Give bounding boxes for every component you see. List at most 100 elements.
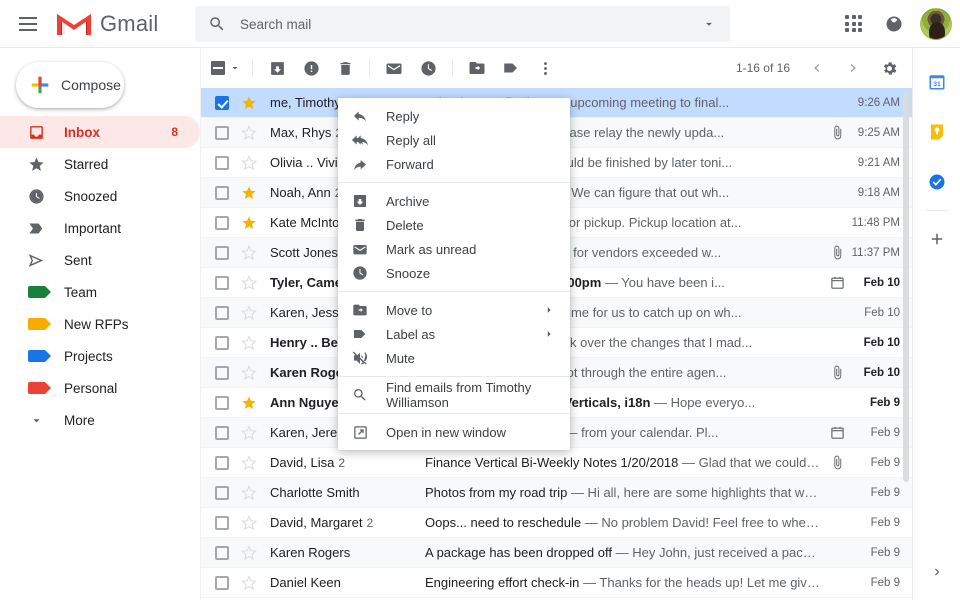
apps-grid-icon[interactable] (834, 4, 874, 44)
gear-icon[interactable] (872, 51, 906, 85)
star-icon[interactable] (241, 364, 257, 381)
row-checkbox[interactable] (215, 155, 229, 170)
table-row[interactable]: Charlotte Smith Photos from my road trip … (201, 478, 912, 508)
star-icon[interactable] (241, 124, 257, 141)
row-checkbox[interactable] (215, 185, 229, 200)
star-icon[interactable] (241, 304, 257, 321)
star-icon[interactable] (241, 424, 257, 441)
menu-item-move-to[interactable]: Move to (338, 298, 570, 322)
sidebar-item-important[interactable]: Important (0, 212, 200, 244)
list-scrollbar[interactable] (902, 88, 910, 600)
search-input[interactable] (240, 16, 702, 32)
star-icon[interactable] (241, 154, 257, 171)
row-checkbox[interactable] (215, 335, 229, 350)
menu-item-forward[interactable]: Forward (338, 152, 570, 176)
compose-button[interactable]: Compose (16, 62, 124, 108)
chevron-down-icon[interactable] (229, 62, 241, 74)
row-checkbox[interactable] (215, 305, 229, 320)
delete-button[interactable] (328, 51, 362, 85)
sidebar-item-snoozed[interactable]: Snoozed (0, 180, 200, 212)
star-icon[interactable] (241, 185, 257, 201)
row-checkbox[interactable] (215, 515, 229, 530)
row-checkbox[interactable] (215, 245, 229, 260)
keep-icon[interactable] (917, 112, 957, 152)
sidebar-item-team[interactable]: Team (0, 276, 200, 308)
mark-unread-button[interactable] (377, 51, 411, 85)
row-checkbox[interactable] (215, 125, 229, 140)
menu-item-mark-as-unread[interactable]: Mark as unread (338, 237, 570, 261)
main-menu-icon[interactable] (4, 0, 52, 48)
row-checkbox[interactable] (215, 575, 229, 590)
star-icon[interactable] (241, 514, 257, 531)
star-icon[interactable] (241, 574, 257, 591)
star-icon[interactable] (241, 334, 257, 351)
star-icon[interactable] (241, 544, 257, 561)
row-checkbox[interactable] (215, 455, 229, 470)
prev-page-button[interactable] (800, 51, 834, 85)
next-page-button[interactable] (836, 51, 870, 85)
support-icon[interactable] (874, 4, 914, 44)
row-snippet: — You have been i... (601, 275, 725, 290)
table-row[interactable]: Karen Rogers A package has been dropped o… (201, 538, 912, 568)
menu-item-find-emails-from-timothy-williamson[interactable]: Find emails from Timothy Williamson (338, 380, 570, 410)
row-checkbox[interactable] (215, 275, 229, 290)
scrollbar-thumb[interactable] (903, 92, 909, 482)
menu-item-reply[interactable]: Reply (338, 104, 570, 128)
row-checkbox[interactable] (215, 365, 229, 380)
row-subject-text: Finance Vertical Bi-Weekly Notes 1/20/20… (425, 455, 679, 470)
more-button[interactable] (528, 51, 562, 85)
star-icon[interactable] (241, 454, 257, 471)
row-checkbox[interactable] (215, 95, 229, 110)
table-row[interactable]: David, Lisa 2 Finance Vertical Bi-Weekly N… (201, 448, 912, 478)
row-checkbox[interactable] (215, 215, 229, 230)
menu-item-label: Label as (386, 326, 436, 342)
tasks-icon[interactable] (917, 162, 957, 202)
menu-item-label: Move to (386, 302, 433, 318)
star-icon[interactable] (241, 95, 257, 111)
menu-item-mute[interactable]: Mute (338, 346, 570, 370)
select-all-checkbox[interactable] (211, 61, 241, 75)
archive-button[interactable] (260, 51, 294, 85)
row-checkbox[interactable] (215, 395, 229, 410)
star-icon[interactable] (241, 215, 257, 231)
row-snippet: — Hi all, here are some highlights that … (570, 485, 826, 500)
labels-button[interactable] (494, 51, 528, 85)
search-options-icon[interactable] (702, 17, 716, 31)
star-icon[interactable] (241, 244, 257, 261)
star-icon[interactable] (241, 395, 257, 411)
list-toolbar: 1-16 of 16 (201, 48, 912, 88)
top-header: Gmail (0, 0, 960, 48)
row-subject: Finance Vertical Bi-Weekly Notes 1/20/20… (425, 455, 826, 470)
menu-item-archive[interactable]: Archive (338, 189, 570, 213)
sidebar-item-projects[interactable]: Projects (0, 340, 200, 372)
sidebar-item-inbox[interactable]: Inbox 8 (0, 116, 200, 148)
calendar-icon[interactable]: 31 (917, 62, 957, 102)
row-checkbox[interactable] (215, 545, 229, 560)
snooze-button[interactable] (411, 51, 445, 85)
menu-item-open-in-new-window[interactable]: Open in new window (338, 420, 570, 444)
sidebar-item-personal[interactable]: Personal (0, 372, 200, 404)
menu-item-delete[interactable]: Delete (338, 213, 570, 237)
row-checkbox[interactable] (215, 425, 229, 440)
star-icon[interactable] (241, 484, 257, 501)
add-addon-button[interactable] (917, 219, 957, 259)
table-row[interactable]: David, Margaret 2 Oops... need to reschedu… (201, 508, 912, 538)
menu-item-label-as[interactable]: Label as (338, 322, 570, 346)
row-checkbox[interactable] (215, 485, 229, 500)
menu-item-snooze[interactable]: Snooze (338, 261, 570, 285)
sidebar-item-more[interactable]: More (0, 404, 200, 436)
report-spam-button[interactable] (294, 51, 328, 85)
sidebar-item-label: More (64, 412, 95, 428)
search-bar[interactable] (195, 6, 730, 42)
calendar-icon (826, 275, 848, 290)
move-to-button[interactable] (460, 51, 494, 85)
menu-item-reply-all[interactable]: Reply all (338, 128, 570, 152)
sidebar-item-new-rfps[interactable]: New RFPs (0, 308, 200, 340)
sidebar-item-sent[interactable]: Sent (0, 244, 200, 276)
sidebar-item-starred[interactable]: Starred (0, 148, 200, 180)
star-icon[interactable] (241, 274, 257, 291)
avatar[interactable] (920, 8, 952, 40)
expand-rail-button[interactable] (917, 552, 957, 592)
table-row[interactable]: Daniel Keen Engineering effort check-in —… (201, 568, 912, 598)
gmail-brand[interactable]: Gmail (56, 10, 158, 38)
